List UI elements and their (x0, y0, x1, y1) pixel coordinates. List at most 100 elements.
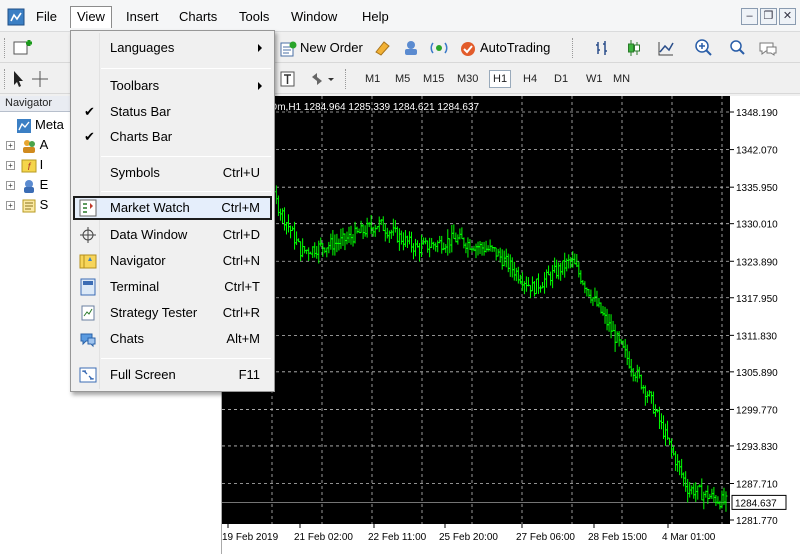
menu-item-chats[interactable]: Chats Alt+M (73, 327, 272, 351)
toolbar-grip[interactable] (345, 69, 348, 89)
menu-item-label: Strategy Tester (110, 305, 198, 320)
market-watch-icon (79, 199, 97, 217)
menu-item-shortcut: F11 (238, 367, 260, 382)
strategy-tester-icon (81, 305, 95, 321)
toolbar-grip[interactable] (4, 69, 7, 89)
minimize-icon[interactable]: – (741, 8, 758, 25)
menu-item-label: Symbols (110, 165, 160, 180)
zoom-in-icon[interactable] (694, 38, 714, 58)
menu-item-label: Charts Bar (110, 129, 173, 144)
menu-item-symbols[interactable]: Symbols Ctrl+U (73, 161, 272, 185)
menu-item-strategy-tester[interactable]: Strategy Tester Ctrl+R (73, 301, 272, 325)
menu-charts[interactable]: Charts (173, 6, 223, 28)
menu-item-data-window[interactable]: Data Window Ctrl+D (73, 223, 272, 247)
crosshair-tool-icon[interactable] (31, 69, 49, 89)
menu-item-terminal[interactable]: Terminal Ctrl+T (73, 275, 272, 299)
autotrading-button[interactable]: AutoTrading (459, 38, 550, 58)
candlestick-icon[interactable] (625, 38, 643, 58)
menu-file[interactable]: File (30, 6, 63, 28)
price-axis-area (730, 96, 800, 524)
menu-item-toolbars[interactable]: Toolbars (73, 74, 272, 98)
view-menu-dropdown: Languages Toolbars ✔ Status Bar ✔ Charts… (70, 30, 275, 392)
menu-item-shortcut: Ctrl+D (222, 227, 260, 242)
navigator-indicators-label: I (39, 157, 44, 172)
restore-icon[interactable]: ❐ (760, 8, 777, 25)
timeframe-h4[interactable]: H4 (520, 70, 540, 88)
timeframe-m30[interactable]: M30 (454, 70, 481, 88)
submenu-arrow-icon (258, 82, 262, 90)
metaeditor-icon[interactable] (373, 38, 393, 58)
indicators-icon: f (21, 159, 37, 173)
new-chart-icon[interactable] (12, 38, 34, 58)
checkmark-icon: ✔ (84, 104, 95, 119)
chats-toolbar-icon[interactable] (757, 38, 779, 58)
menu-item-charts-bar[interactable]: ✔ Charts Bar (73, 125, 272, 149)
toolbar-grip[interactable] (4, 38, 7, 58)
menu-item-label: Market Watch (110, 200, 190, 215)
timeframe-d1[interactable]: D1 (551, 70, 571, 88)
bar-chart-icon[interactable] (594, 38, 612, 58)
crosshair-icon (80, 227, 96, 243)
autotrading-icon (461, 41, 475, 56)
submenu-arrow-icon (258, 44, 262, 52)
time-label: 21 Feb 02:00 (294, 532, 353, 543)
price-label: 1330.010 (736, 220, 778, 231)
chats-icon (80, 333, 96, 348)
chart-canvas[interactable]: 1348.190 1342.070 1335.950 1330.010 1323.890… (222, 96, 800, 554)
price-label: 1287.710 (736, 480, 778, 491)
full-screen-icon (79, 367, 97, 383)
menu-separator (101, 358, 271, 359)
timeframe-h1[interactable]: H1 (489, 70, 512, 88)
metatrader-app-icon[interactable] (7, 8, 25, 26)
timeframe-m15[interactable]: M15 (420, 70, 447, 88)
accounts-icon (22, 139, 35, 153)
metatrader-root-icon (17, 118, 31, 133)
new-order-button[interactable]: New Order (279, 38, 363, 58)
menu-insert[interactable]: Insert (120, 6, 165, 28)
timeframe-m5[interactable]: M5 (392, 70, 413, 88)
navigator-root-label: Meta (35, 117, 64, 132)
zoom-out-icon[interactable] (727, 38, 747, 58)
menu-item-status-bar[interactable]: ✔ Status Bar (73, 100, 272, 124)
price-label: 1348.190 (736, 108, 778, 119)
navigator-indicators[interactable]: + f I (6, 156, 43, 174)
price-label: 1281.770 (736, 516, 778, 527)
signals-icon[interactable] (429, 38, 449, 58)
timeframe-mn[interactable]: MN (610, 70, 633, 88)
time-label: 28 Feb 15:00 (588, 532, 647, 543)
expand-icon[interactable]: + (6, 161, 15, 171)
expand-icon[interactable]: + (6, 141, 15, 151)
price-label: 1317.950 (736, 294, 778, 305)
timeframe-m1[interactable]: M1 (362, 70, 383, 88)
menu-view[interactable]: View (70, 6, 112, 28)
window-controls: – ❐ ✕ (739, 8, 796, 26)
expand-icon[interactable]: + (6, 181, 15, 191)
checkmark-icon: ✔ (84, 129, 95, 144)
toolbar-grip[interactable] (572, 38, 575, 58)
navigator-root[interactable]: Meta (16, 116, 64, 134)
menu-item-label: Navigator (110, 253, 166, 268)
new-order-label: New Order (300, 40, 363, 55)
navigator-scripts[interactable]: + S (6, 196, 48, 214)
terminal-toolbar-icon[interactable] (401, 38, 421, 58)
line-chart-icon[interactable] (657, 38, 675, 58)
price-chart[interactable]: 1348.190 1342.070 1335.950 1330.010 1323.890… (222, 96, 800, 554)
text-label-icon[interactable] (279, 69, 297, 89)
menu-item-languages[interactable]: Languages (73, 36, 272, 60)
menu-item-market-watch[interactable]: Market Watch Ctrl+M (73, 196, 272, 220)
close-icon[interactable]: ✕ (779, 8, 796, 25)
timeframe-w1[interactable]: W1 (583, 70, 606, 88)
menu-help[interactable]: Help (356, 6, 395, 28)
cursor-icon[interactable] (10, 69, 26, 89)
navigator-experts[interactable]: + E (6, 176, 48, 194)
menu-window[interactable]: Window (285, 6, 343, 28)
navigator-accounts[interactable]: + A (6, 136, 48, 154)
menu-item-label: Terminal (110, 279, 160, 294)
menu-item-navigator[interactable]: Navigator Ctrl+N (73, 249, 272, 273)
arrows-dropdown-icon[interactable] (309, 69, 335, 89)
menu-tools[interactable]: Tools (233, 6, 275, 28)
chart-ohlc-info: Dm,H1 1284.964 1285.339 1284.621 1284.63… (270, 102, 480, 113)
menu-item-full-screen[interactable]: Full Screen F11 (73, 363, 272, 387)
navigator-icon (79, 254, 97, 269)
expand-icon[interactable]: + (6, 201, 15, 211)
